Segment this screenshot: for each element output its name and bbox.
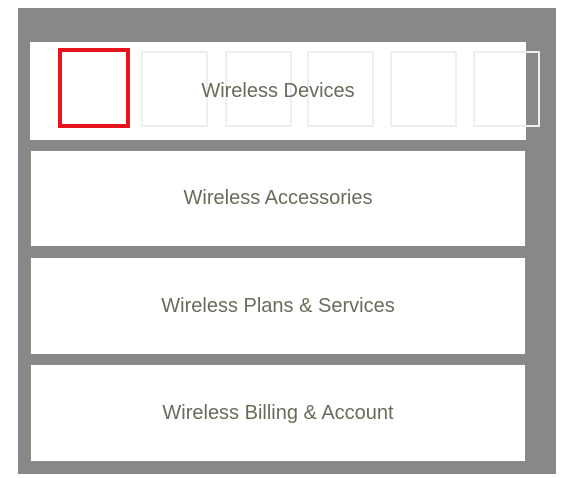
menu-item-label: Wireless Billing & Account — [162, 401, 394, 424]
menu-item-label: Wireless Devices — [201, 79, 355, 102]
menu-item-wireless-accessories[interactable]: Wireless Accessories — [30, 150, 526, 247]
menu-item-wireless-billing-account[interactable]: Wireless Billing & Account — [30, 364, 526, 462]
carousel-thumb-selected[interactable] — [58, 48, 130, 128]
menu-item-wireless-plans-services[interactable]: Wireless Plans & Services — [30, 257, 526, 355]
menu-item-label: Wireless Plans & Services — [161, 294, 395, 317]
menu-item-label: Wireless Accessories — [183, 187, 373, 209]
carousel-thumb[interactable] — [473, 51, 540, 127]
carousel-thumb[interactable] — [390, 51, 457, 127]
carousel-thumb[interactable] — [141, 51, 208, 127]
